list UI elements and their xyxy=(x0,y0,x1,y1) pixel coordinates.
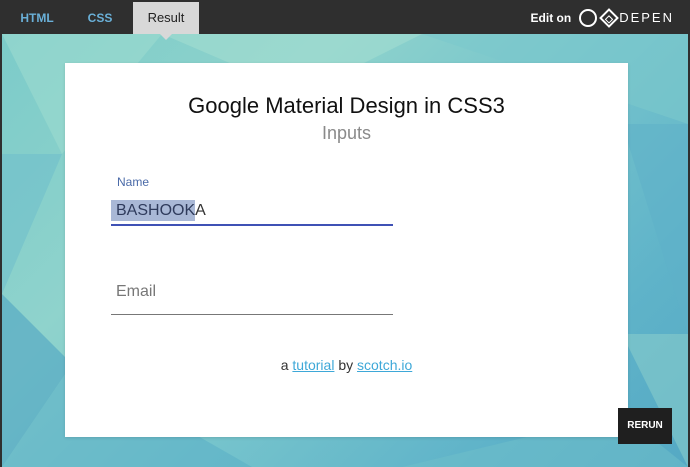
name-field-underline xyxy=(111,224,393,226)
name-selected-text: BASHOOK xyxy=(111,200,196,221)
page-title: Google Material Design in CSS3 xyxy=(188,93,505,118)
scotch-io-link[interactable]: scotch.io xyxy=(357,357,412,373)
embed-topbar: HTML CSS Result Edit on DEPEN xyxy=(2,0,688,34)
tutorial-link[interactable]: tutorial xyxy=(292,357,334,373)
tab-html[interactable]: HTML xyxy=(2,2,72,34)
rerun-button[interactable]: RERUN xyxy=(618,408,672,444)
name-field-value[interactable]: BASHOOKA xyxy=(111,199,206,223)
name-field[interactable]: Name BASHOOKA xyxy=(111,175,393,233)
name-unselected-text: A xyxy=(195,202,206,219)
email-field-placeholder: Email xyxy=(116,283,157,300)
active-tab-indicator xyxy=(160,34,172,40)
edit-on-codepen-link[interactable]: Edit on DEPEN xyxy=(531,2,684,34)
result-pane: Google Material Design in CSS3 Inputs Na… xyxy=(2,34,688,467)
credit-prefix: a xyxy=(280,357,289,373)
name-field-label: Name xyxy=(117,175,150,189)
credit-middle: by xyxy=(338,357,354,373)
codepen-embed: HTML CSS Result Edit on DEPEN Google Mat… xyxy=(0,0,690,467)
page-subtitle: Inputs xyxy=(321,123,372,143)
codepen-cube-icon xyxy=(599,8,620,28)
codepen-c-icon xyxy=(579,9,598,27)
codepen-brand-text: DEPEN xyxy=(619,10,674,25)
form-card: Google Material Design in CSS3 Inputs Na… xyxy=(65,63,628,437)
email-field-underline xyxy=(111,314,393,315)
edit-on-label: Edit on xyxy=(530,11,572,25)
credit-line: a tutorial by scotch.io xyxy=(65,357,628,373)
email-field[interactable]: Email xyxy=(111,277,393,315)
tab-css[interactable]: CSS xyxy=(72,2,128,34)
tab-result[interactable]: Result xyxy=(133,2,199,34)
codepen-logo-icon: DEPEN xyxy=(579,2,674,34)
